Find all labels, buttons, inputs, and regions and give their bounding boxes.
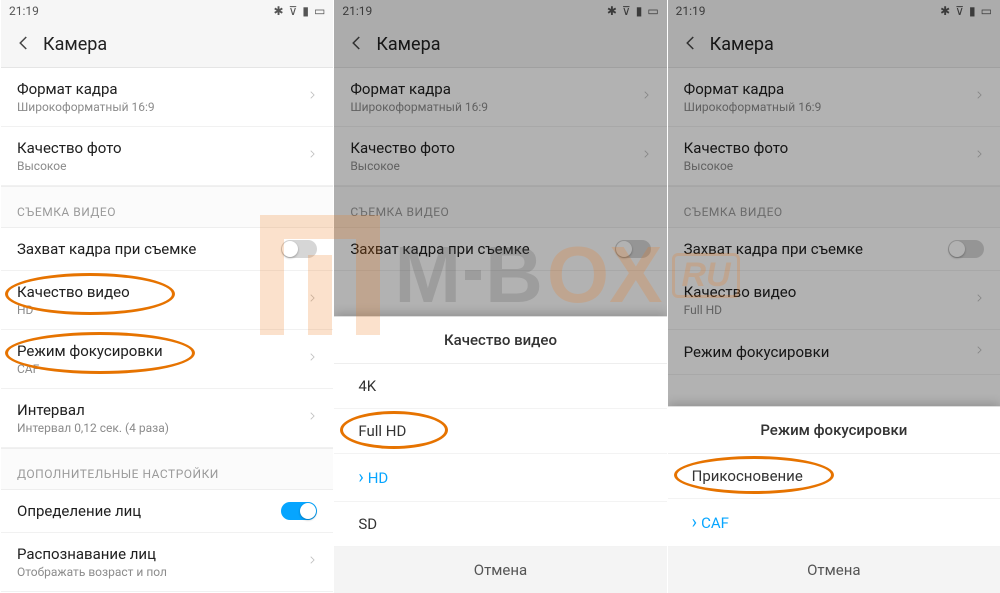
- chevron-right-icon: [307, 408, 317, 428]
- settings-list: Формат кадраШирокоформатный 16:9 Качеств…: [1, 68, 333, 593]
- toggle-capture-frame[interactable]: [281, 240, 317, 258]
- dialog-title: Качество видео: [334, 317, 666, 364]
- status-icons: ✱ ⊽ ▮ ▭: [940, 4, 992, 18]
- chevron-right-icon: [307, 290, 317, 310]
- titlebar: Камера: [1, 22, 333, 68]
- wifi-icon: ⊽: [289, 4, 298, 18]
- page-title: Камера: [43, 34, 107, 55]
- row-face-detect[interactable]: Определение лиц: [1, 490, 333, 533]
- row-frame-format[interactable]: Формат кадраШирокоформатный 16:9: [1, 68, 333, 127]
- row-capture-frame[interactable]: Захват кадра при съемке: [1, 228, 333, 271]
- toggle-capture-frame[interactable]: [615, 240, 651, 258]
- section-header-video: СЪЕМКА ВИДЕО: [334, 186, 666, 228]
- status-icons: ✱ ⊽ ▮ ▭: [607, 4, 659, 18]
- chevron-right-icon: [974, 87, 984, 107]
- dialog-video-quality: Качество видео 4K Full HD HD SD Отмена: [334, 316, 666, 593]
- option-touch[interactable]: Прикосновение: [668, 454, 1000, 499]
- chevron-right-icon: [974, 290, 984, 310]
- row-photo-quality[interactable]: Качество фотоВысокое: [1, 127, 333, 186]
- cancel-button[interactable]: Отмена: [334, 547, 666, 593]
- status-time: 21:19: [342, 4, 372, 18]
- bluetooth-icon: ✱: [607, 4, 617, 18]
- row-frame-format[interactable]: Формат кадраШирокоформатный 16:9: [334, 68, 666, 127]
- row-focus-mode[interactable]: Режим фокусировки: [668, 330, 1000, 375]
- back-icon[interactable]: [348, 34, 366, 56]
- chevron-right-icon: [307, 87, 317, 107]
- toggle-face-detect[interactable]: [281, 502, 317, 520]
- option-4k[interactable]: 4K: [334, 364, 666, 409]
- section-header-video: СЪЕМКА ВИДЕО: [1, 186, 333, 228]
- page-title: Камера: [376, 34, 440, 55]
- bluetooth-icon: ✱: [274, 4, 284, 18]
- chevron-right-icon: [974, 146, 984, 166]
- status-bar: 21:19 ✱ ⊽ ▮ ▭: [668, 0, 1000, 22]
- chevron-right-icon: [974, 342, 984, 362]
- option-hd[interactable]: HD: [334, 454, 666, 502]
- chevron-right-icon: [641, 87, 651, 107]
- back-icon[interactable]: [15, 34, 33, 56]
- panel-1: 21:19 ✱ ⊽ ▮ ▭ Камера Формат кадраШирокоф…: [0, 0, 333, 593]
- status-time: 21:19: [9, 4, 39, 18]
- option-caf[interactable]: CAF: [668, 499, 1000, 547]
- row-photo-quality[interactable]: Качество фотоВысокое: [334, 127, 666, 186]
- option-sd[interactable]: SD: [334, 502, 666, 547]
- back-icon[interactable]: [682, 34, 700, 56]
- signal-icon: ▮: [302, 4, 309, 18]
- battery-icon: ▭: [314, 4, 325, 18]
- row-frame-format[interactable]: Формат кадраШирокоформатный 16:9: [668, 68, 1000, 127]
- section-header-video: СЪЕМКА ВИДЕО: [668, 186, 1000, 228]
- wifi-icon: ⊽: [622, 4, 631, 18]
- row-face-recognize[interactable]: Распознавание лицОтображать возраст и по…: [1, 533, 333, 592]
- signal-icon: ▮: [969, 4, 976, 18]
- row-photo-quality[interactable]: Качество фотоВысокое: [668, 127, 1000, 186]
- chevron-right-icon: [307, 552, 317, 572]
- chevron-right-icon: [307, 349, 317, 369]
- bluetooth-icon: ✱: [940, 4, 950, 18]
- status-bar: 21:19 ✱ ⊽ ▮ ▭: [334, 0, 666, 22]
- dialog-focus-mode: Режим фокусировки Прикосновение CAF Отме…: [668, 406, 1000, 593]
- toggle-capture-frame[interactable]: [948, 240, 984, 258]
- titlebar: Камера: [668, 22, 1000, 68]
- option-full-hd[interactable]: Full HD: [334, 409, 666, 454]
- panel-3: 21:19 ✱ ⊽ ▮ ▭ Камера Формат кадраШирокоф…: [667, 0, 1000, 593]
- panel-2: 21:19 ✱ ⊽ ▮ ▭ Камера Формат кадраШирокоф…: [333, 0, 666, 593]
- page-title: Камера: [710, 34, 774, 55]
- wifi-icon: ⊽: [955, 4, 964, 18]
- row-focus-mode[interactable]: Режим фокусировкиCAF: [1, 330, 333, 389]
- row-capture-frame[interactable]: Захват кадра при съемке: [668, 228, 1000, 271]
- status-icons: ✱ ⊽ ▮ ▭: [274, 4, 326, 18]
- row-video-quality[interactable]: Качество видеоHD: [1, 271, 333, 330]
- section-header-extra: ДОПОЛНИТЕЛЬНЫЕ НАСТРОЙКИ: [1, 448, 333, 490]
- row-interval[interactable]: ИнтервалИнтервал 0,12 сек. (4 раза): [1, 389, 333, 448]
- battery-icon: ▭: [981, 4, 992, 18]
- cancel-button[interactable]: Отмена: [668, 547, 1000, 593]
- chevron-right-icon: [307, 146, 317, 166]
- battery-icon: ▭: [647, 4, 658, 18]
- titlebar: Камера: [334, 22, 666, 68]
- chevron-right-icon: [641, 146, 651, 166]
- row-video-quality[interactable]: Качество видеоFull HD: [668, 271, 1000, 330]
- signal-icon: ▮: [636, 4, 643, 18]
- dialog-title: Режим фокусировки: [668, 407, 1000, 454]
- status-bar: 21:19 ✱ ⊽ ▮ ▭: [1, 0, 333, 22]
- row-capture-frame[interactable]: Захват кадра при съемке: [334, 228, 666, 271]
- status-time: 21:19: [676, 4, 706, 18]
